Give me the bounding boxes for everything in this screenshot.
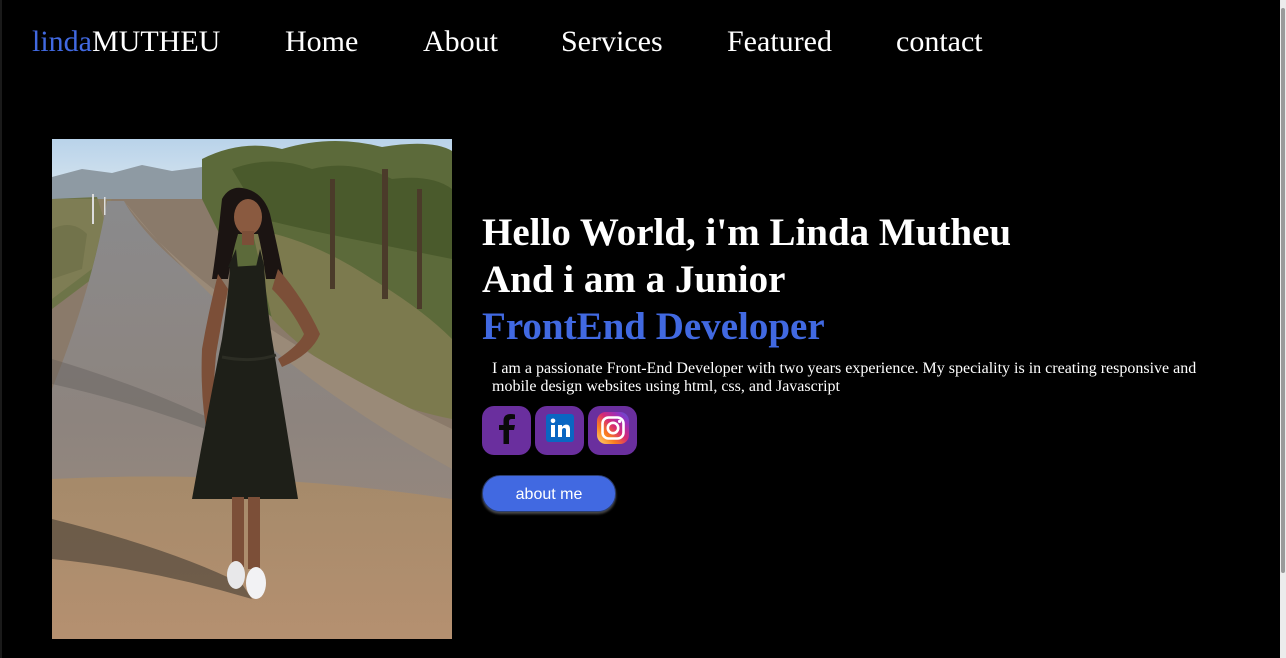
hero-bio: I am a passionate Front-End Developer wi… — [492, 360, 1197, 395]
nav-link-contact[interactable]: contact — [896, 25, 983, 59]
logo-main-text: MUTHEU — [92, 25, 221, 58]
hero-greeting: Hello World, i'm Linda Mutheu — [482, 211, 1012, 254]
instagram-icon — [594, 409, 632, 452]
facebook-icon — [489, 410, 525, 451]
logo-accent-text: linda — [32, 25, 92, 58]
top-navigation: lindaMUTHEU Home About Services Featured… — [0, 0, 1280, 90]
profile-photo — [52, 139, 452, 639]
window-left-edge — [0, 0, 2, 658]
nav-link-home[interactable]: Home — [285, 25, 358, 59]
nav-link-featured[interactable]: Featured — [727, 25, 832, 59]
hero-subtitle: And i am a Junior — [482, 258, 786, 301]
linkedin-link[interactable] — [535, 406, 584, 455]
site-logo[interactable]: lindaMUTHEU — [32, 25, 220, 59]
instagram-link[interactable] — [588, 406, 637, 455]
nav-link-about[interactable]: About — [423, 25, 498, 59]
vertical-scrollbar[interactable] — [1280, 0, 1286, 658]
scrollbar-thumb[interactable] — [1281, 8, 1285, 573]
about-me-button[interactable]: about me — [482, 475, 616, 512]
nav-link-services[interactable]: Services — [561, 25, 663, 59]
hero-role: FrontEnd Developer — [482, 305, 825, 348]
facebook-link[interactable] — [482, 406, 531, 455]
linkedin-icon — [545, 413, 575, 448]
